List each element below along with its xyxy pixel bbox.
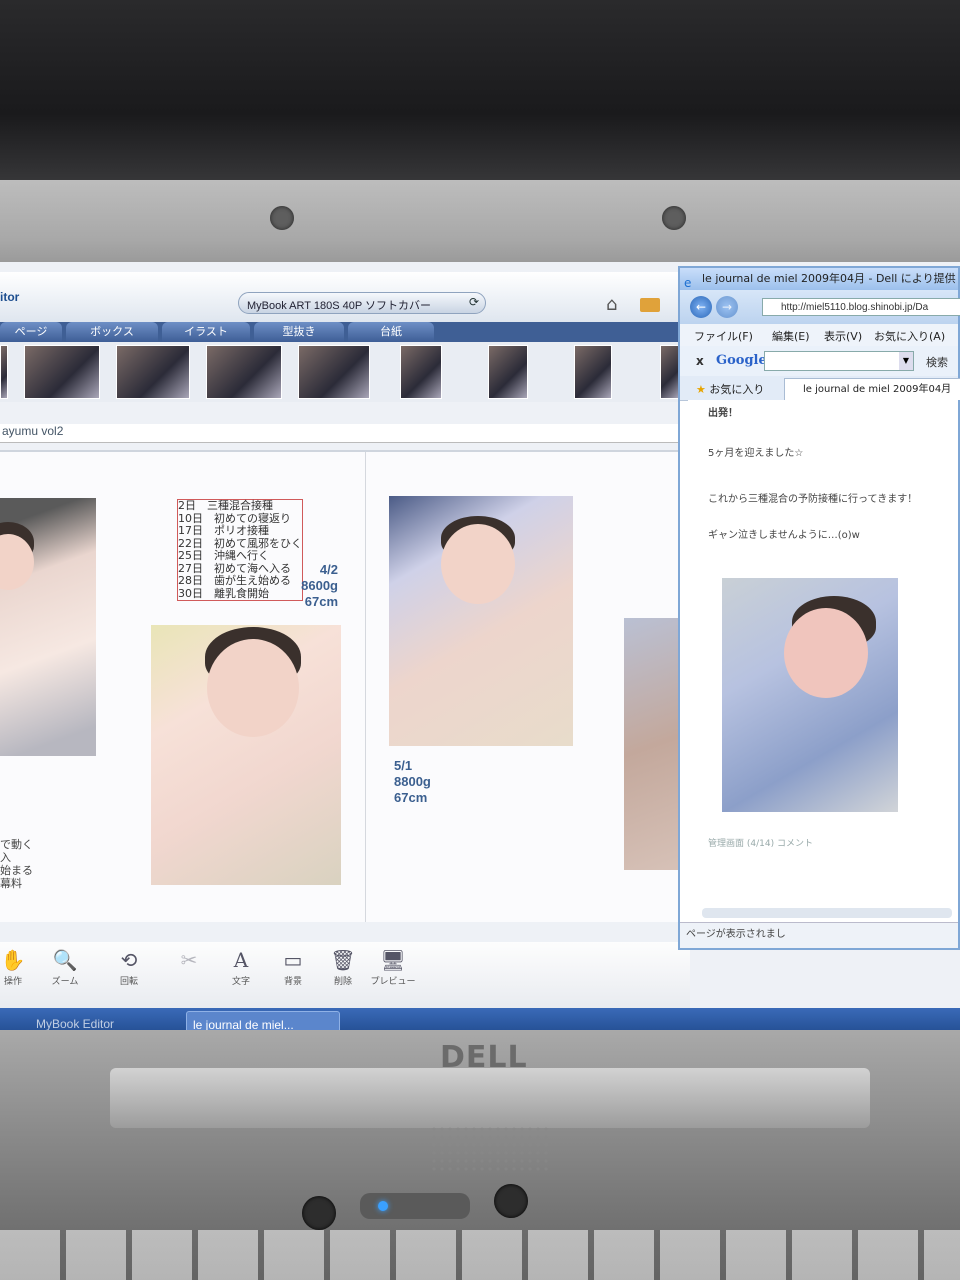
may-stats[interactable]: 5/1 8800g 67cm <box>394 758 431 806</box>
browser-window[interactable]: e le journal de miel 2009年04月 - Dell により… <box>678 266 960 950</box>
hand-tool-button[interactable]: ✋ 操作 <box>0 948 38 987</box>
thumbnail[interactable] <box>298 345 370 399</box>
browser-menu: ファイル(F) 編集(E) 表示(V) お気に入り(A) <box>680 324 958 347</box>
month-memo[interactable]: 2日 三種混合接種 10日 初めての寝返り 17日 ポリオ接種 22日 初めて風… <box>177 499 303 601</box>
zoom-icon: 🔍 <box>52 948 78 972</box>
stat-height: 67cm <box>304 594 338 609</box>
editor-header: itor MyBook ART 180S 40P ソフトカバー ⟳ ⌂ <box>0 272 680 323</box>
rotate-icon: ⟲ <box>120 948 138 972</box>
thumbnail[interactable] <box>400 345 442 399</box>
text-icon: A <box>233 948 249 972</box>
editor-toolbar: ✋ 操作 🔍 ズーム ⟲ 回転 ✂ A 文字 ▭ 背景 🗑 削除 🖥 プレビュー <box>0 942 690 1010</box>
google-search-button[interactable]: 検索 <box>926 354 948 370</box>
thumbnail[interactable] <box>0 345 8 399</box>
post-meta[interactable]: 管理画面 (4/14) コメント <box>708 836 813 849</box>
thumbnail-strip <box>0 342 680 402</box>
stat-date: 4/2 <box>319 562 338 577</box>
page-divider <box>365 452 366 922</box>
menu-favorites[interactable]: お気に入り(A) <box>874 328 945 344</box>
browser-title: le journal de miel 2009年04月 - Dell により提供 <box>702 272 956 285</box>
tab-illust[interactable]: イラスト <box>162 322 250 342</box>
side-note[interactable]: で動く 入 始まる 幕料 <box>0 838 33 890</box>
stat-height: 67cm <box>394 790 428 805</box>
rotate-button[interactable]: ⟲ 回転 <box>104 948 154 987</box>
laptop-hinge <box>110 1068 870 1128</box>
star-icon: ★ <box>696 383 706 396</box>
browser-nav: ← → http://miel5110.blog.shinobi.jp/Da <box>680 290 960 324</box>
post-line: ギャン泣きしませんように…(o)w <box>708 530 860 541</box>
favorites-bar: ★ お気に入り le journal de miel 2009年04月 <box>680 376 960 401</box>
background-wall <box>0 0 960 190</box>
background-button[interactable]: ▭ 背景 <box>268 948 318 987</box>
back-button[interactable]: ← <box>690 296 712 318</box>
status-led <box>360 1193 470 1219</box>
product-title: MyBook ART 180S 40P ソフトカバー <box>247 300 432 312</box>
hand-icon: ✋ <box>0 948 26 972</box>
zoom-button[interactable]: 🔍 ズーム <box>40 948 90 987</box>
button-icon[interactable] <box>302 1196 336 1230</box>
thumbnail[interactable] <box>116 345 190 399</box>
preview-button[interactable]: 🖥 プレビュー <box>368 948 418 987</box>
preview-icon: 🖥 <box>380 948 406 972</box>
product-selector[interactable]: MyBook ART 180S 40P ソフトカバー ⟳ <box>238 292 486 314</box>
blog-baby-photo[interactable] <box>722 578 898 812</box>
editor-tabs: ページ ボックス イラスト 型抜き 台紙 <box>0 322 680 342</box>
stat-weight: 8800g <box>394 774 431 789</box>
editor-brand: itor <box>0 290 20 304</box>
google-logo: Google <box>716 353 767 368</box>
delete-button[interactable]: 🗑 削除 <box>318 948 368 987</box>
tab-mount[interactable]: 台紙 <box>348 322 434 342</box>
keyboard <box>0 1230 960 1280</box>
thumbnail[interactable] <box>660 345 680 399</box>
memo-line: 30日 離乳食開始 <box>178 586 269 600</box>
browser-tab[interactable]: le journal de miel 2009年04月 <box>784 378 960 400</box>
power-button-icon[interactable] <box>494 1184 528 1218</box>
google-search-input[interactable]: ▼ <box>764 351 914 371</box>
camera-icon <box>270 206 294 230</box>
chevron-down-icon[interactable]: ▼ <box>899 352 913 370</box>
laptop-screen: itor MyBook ART 180S 40P ソフトカバー ⟳ ⌂ ページ … <box>0 262 960 1042</box>
tab-page[interactable]: ページ <box>0 322 62 342</box>
refresh-icon[interactable]: ⟳ <box>469 295 479 309</box>
post-line: 5ヶ月を迎えました☆ <box>708 448 804 459</box>
cut-button[interactable]: ✂ <box>164 948 214 974</box>
blog-content: 出発！ 5ヶ月を迎えました☆ これから三種混合の予防接種に行ってきます！ ギャン… <box>688 400 958 900</box>
menu-view[interactable]: 表示(V) <box>824 328 862 344</box>
april-stats[interactable]: 4/2 8600g 67cm <box>290 562 338 610</box>
thumbnail[interactable] <box>24 345 100 399</box>
thumbnail[interactable] <box>574 345 612 399</box>
cut-icon: ✂ <box>180 948 198 972</box>
browser-title-bar[interactable]: e le journal de miel 2009年04月 - Dell により… <box>680 268 958 290</box>
horizontal-scrollbar[interactable] <box>702 908 952 918</box>
trash-icon: 🗑 <box>330 948 356 972</box>
baby-photo[interactable] <box>389 496 573 746</box>
post-line: これから三種混合の予防接種に行ってきます！ <box>708 494 918 505</box>
menu-edit[interactable]: 編集(E) <box>772 328 810 344</box>
post-line: 出発！ <box>708 408 738 419</box>
baby-photo[interactable] <box>151 625 341 885</box>
address-bar[interactable]: http://miel5110.blog.shinobi.jp/Da <box>762 298 960 316</box>
home-icon[interactable]: ⌂ <box>606 294 617 315</box>
speaker-grille <box>430 1125 550 1173</box>
favorites-button[interactable]: ★ お気に入り <box>696 381 764 397</box>
tab-box[interactable]: ボックス <box>66 322 158 342</box>
status-bar: ページが表示されまし <box>680 922 958 948</box>
baby-photo[interactable] <box>0 498 96 756</box>
menu-file[interactable]: ファイル(F) <box>694 328 753 344</box>
text-button[interactable]: A 文字 <box>216 948 266 987</box>
thumbnail[interactable] <box>488 345 528 399</box>
thumbnail[interactable] <box>206 345 282 399</box>
background-icon: ▭ <box>283 948 303 972</box>
stat-date: 5/1 <box>394 758 413 773</box>
project-name: ayumu vol2 <box>0 424 682 443</box>
tab-cutout[interactable]: 型抜き <box>254 322 344 342</box>
folder-icon[interactable] <box>640 298 660 312</box>
forward-button[interactable]: → <box>716 296 738 318</box>
stat-weight: 8600g <box>301 578 338 593</box>
album-spread <box>0 450 690 922</box>
google-toolbar: x Google ▼ 検索 <box>680 346 958 377</box>
close-icon[interactable]: x <box>696 354 704 368</box>
camera-icon <box>662 206 686 230</box>
ie-icon: e <box>684 276 692 290</box>
